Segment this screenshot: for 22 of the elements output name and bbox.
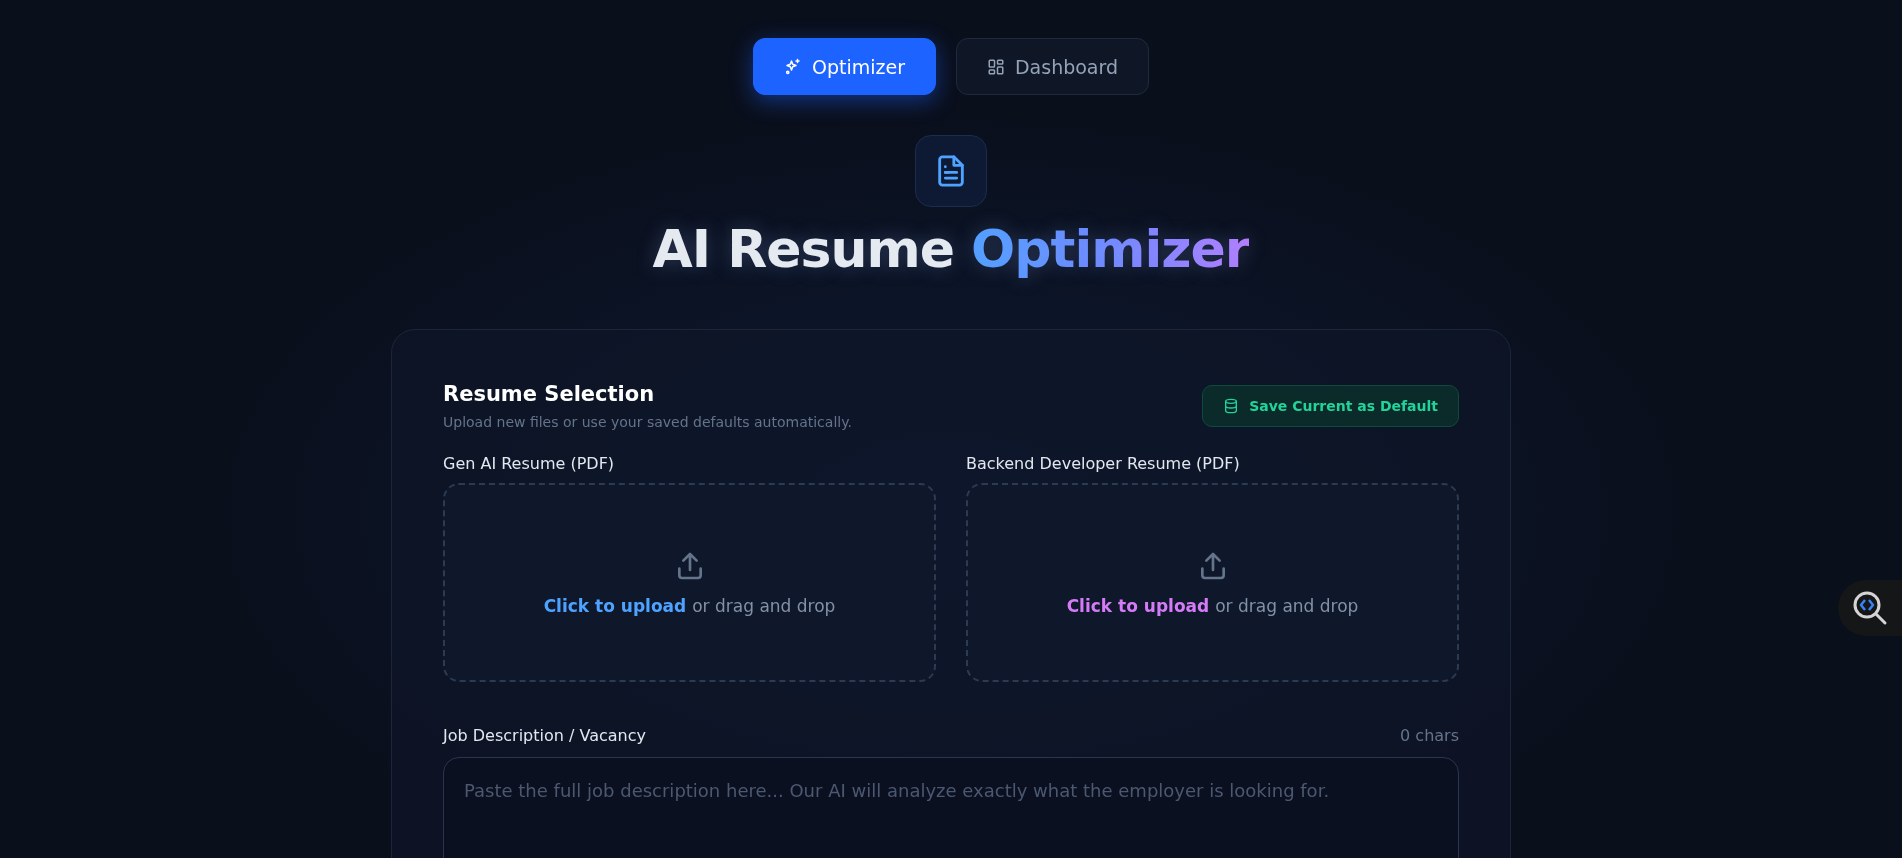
upload-link[interactable]: Click to upload — [1066, 595, 1210, 616]
section-subtitle: Upload new files or use your saved defaults automatically. — [443, 414, 852, 430]
database-icon — [1223, 398, 1240, 414]
job-description-field[interactable]: Paste the full job description here... Our AI will analyze exactly what the employer is looking for. — [443, 757, 1459, 858]
section-title: Resume Selection — [443, 382, 656, 406]
drag-drop-hint: or drag and drop — [692, 595, 836, 616]
field-label: Job Description / Vacancy — [443, 726, 646, 745]
upload-link[interactable]: Click to upload — [543, 595, 687, 616]
upload-dropzone[interactable]: Click to upload or drag and drop — [966, 483, 1459, 682]
code-search-button[interactable] — [1838, 580, 1902, 636]
field-label: Gen AI Resume (PDF) — [443, 454, 616, 473]
nav-tab[interactable]: Dashboard — [955, 38, 1150, 95]
drag-drop-hint: or drag and drop — [1215, 595, 1359, 616]
upload-dropzone[interactable]: Click to upload or drag and drop — [443, 483, 936, 682]
character-count: 0 chars — [1400, 726, 1459, 745]
save-default-button[interactable]: Save Current as Default — [1202, 385, 1459, 427]
sparkles-icon — [783, 57, 802, 76]
page-title: AI Resume Optimizer — [652, 219, 1250, 279]
grid-icon — [986, 57, 1005, 76]
document-icon — [915, 135, 987, 207]
nav-tab[interactable]: Optimizer — [752, 38, 936, 95]
field-label: Backend Developer Resume (PDF) — [966, 454, 1241, 473]
